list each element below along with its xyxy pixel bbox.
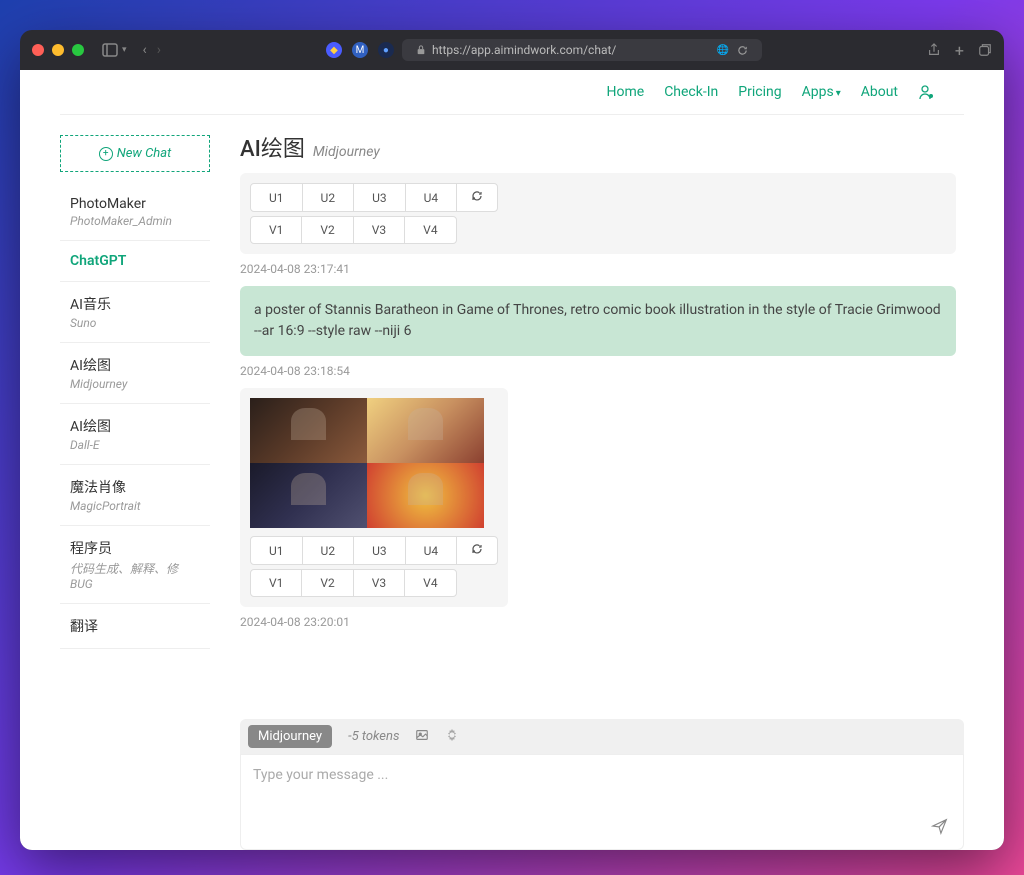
main-content: + New Chat PhotoMaker PhotoMaker_Admin C… (20, 115, 1004, 850)
nav-apps[interactable]: Apps (802, 84, 841, 100)
sidebar-item-aimusic[interactable]: AI音乐 Suno (60, 282, 210, 343)
upscale-3-button[interactable]: U3 (353, 183, 406, 212)
chat-area: AI绘图 Midjourney U1 U2 U3 U4 (240, 115, 964, 850)
generated-image-3[interactable] (250, 463, 367, 528)
page-header: Home Check-In Pricing Apps About (60, 70, 964, 115)
messages-list[interactable]: U1 U2 U3 U4 V1 V2 V3 V4 (240, 173, 964, 711)
upscale-3-button[interactable]: U3 (353, 536, 406, 565)
extension-icon-3[interactable]: ● (378, 42, 394, 58)
sidebar-item-label: PhotoMaker (70, 196, 200, 212)
upscale-2-button[interactable]: U2 (302, 183, 355, 212)
token-count: -5 tokens (348, 729, 399, 744)
sidebar-item-dalle[interactable]: AI绘图 Dall-E (60, 404, 210, 465)
chat-title: AI绘图 (240, 131, 305, 163)
variation-1-button[interactable]: V1 (250, 569, 302, 597)
sidebar-item-chatgpt[interactable]: ChatGPT (60, 241, 210, 282)
sidebar-item-label: 程序员 (70, 538, 200, 558)
traffic-lights (32, 44, 84, 56)
upscale-2-button[interactable]: U2 (302, 536, 355, 565)
variation-3-button[interactable]: V3 (353, 216, 405, 244)
back-button[interactable]: ‹ (143, 42, 147, 58)
model-badge[interactable]: Midjourney (248, 725, 332, 748)
url-area: ◆ M ● https://app.aimindwork.com/chat/ 🌐 (169, 39, 919, 61)
send-button[interactable] (931, 817, 949, 839)
browser-window: ▾ ‹ › ◆ M ● https://app.aimindwork.com/c… (20, 30, 1004, 850)
image-upload-icon[interactable] (415, 727, 429, 746)
nav-checkin[interactable]: Check-In (664, 84, 718, 100)
variation-4-button[interactable]: V4 (404, 216, 456, 244)
sidebar-item-translate[interactable]: 翻译 (60, 604, 210, 649)
page-content: Home Check-In Pricing Apps About + New C… (20, 70, 1004, 850)
translate-icon[interactable]: 🌐 (716, 45, 728, 56)
generated-image-2[interactable] (367, 398, 484, 463)
user-prompt: a poster of Stannis Baratheon in Game of… (240, 286, 956, 356)
settings-icon[interactable] (445, 727, 459, 746)
variation-4-button[interactable]: V4 (404, 569, 456, 597)
input-area: Midjourney -5 tokens (240, 719, 964, 850)
message-user: a poster of Stannis Baratheon in Game of… (240, 286, 956, 378)
reload-icon[interactable] (737, 45, 748, 56)
upscale-1-button[interactable]: U1 (250, 536, 303, 565)
tabs-icon[interactable] (978, 43, 992, 57)
reroll-button[interactable] (456, 536, 498, 565)
nav-arrows: ‹ › (143, 42, 161, 58)
upscale-4-button[interactable]: U4 (405, 536, 458, 565)
variation-2-button[interactable]: V2 (301, 569, 353, 597)
close-window[interactable] (32, 44, 44, 56)
chat-subtitle: Midjourney (313, 144, 380, 160)
nav-about[interactable]: About (861, 84, 898, 100)
reroll-button[interactable] (456, 183, 498, 212)
upscale-4-button[interactable]: U4 (405, 183, 458, 212)
new-tab-icon[interactable]: + (955, 41, 964, 60)
nav-home[interactable]: Home (607, 84, 645, 100)
sidebar-item-label: 翻译 (70, 616, 200, 636)
sidebar-item-label: AI绘图 (70, 355, 200, 375)
sidebar-item-photomaker[interactable]: PhotoMaker PhotoMaker_Admin (60, 184, 210, 241)
variation-1-button[interactable]: V1 (250, 216, 302, 244)
message-bubble: U1 U2 U3 U4 V1 V2 V3 V4 (240, 173, 956, 254)
message-input[interactable] (241, 755, 963, 845)
message-assistant: U1 U2 U3 U4 V1 V2 V3 V4 (240, 173, 956, 276)
sidebar-item-magicportrait[interactable]: 魔法肖像 MagicPortrait (60, 465, 210, 526)
share-icon[interactable] (927, 43, 941, 57)
url-bar[interactable]: https://app.aimindwork.com/chat/ 🌐 (402, 39, 762, 61)
titlebar: ▾ ‹ › ◆ M ● https://app.aimindwork.com/c… (20, 30, 1004, 70)
variation-3-button[interactable]: V3 (353, 569, 405, 597)
sidebar-item-programmer[interactable]: 程序员 代码生成、解释、修BUG (60, 526, 210, 604)
sidebar-item-label: ChatGPT (70, 253, 200, 269)
maximize-window[interactable] (72, 44, 84, 56)
user-icon[interactable] (918, 84, 934, 100)
extension-icon-2[interactable]: M (352, 42, 368, 58)
plus-icon: + (99, 147, 113, 161)
input-box (240, 754, 964, 850)
nav-pricing[interactable]: Pricing (738, 84, 781, 100)
sidebar-item-midjourney[interactable]: AI绘图 Midjourney (60, 343, 210, 404)
minimize-window[interactable] (52, 44, 64, 56)
variation-2-button[interactable]: V2 (301, 216, 353, 244)
lock-icon (416, 45, 426, 55)
message-assistant: U1 U2 U3 U4 V1 V2 V3 V4 (240, 388, 956, 629)
new-chat-button[interactable]: + New Chat (60, 135, 210, 172)
message-timestamp: 2024-04-08 23:18:54 (240, 364, 956, 378)
sidebar-item-label: AI音乐 (70, 294, 200, 314)
upscale-1-button[interactable]: U1 (250, 183, 303, 212)
chat-sidebar: + New Chat PhotoMaker PhotoMaker_Admin C… (60, 115, 210, 850)
chat-header: AI绘图 Midjourney (240, 115, 964, 173)
message-timestamp: 2024-04-08 23:17:41 (240, 262, 956, 276)
sidebar-item-label: 魔法肖像 (70, 477, 200, 497)
browser-sidebar-toggle[interactable]: ▾ (102, 42, 127, 58)
extension-icon-1[interactable]: ◆ (326, 42, 342, 58)
url-text: https://app.aimindwork.com/chat/ (432, 43, 616, 57)
generated-image-4[interactable] (367, 463, 484, 528)
forward-button[interactable]: › (157, 42, 161, 58)
input-toolbar: Midjourney -5 tokens (240, 719, 964, 754)
sidebar-item-label: AI绘图 (70, 416, 200, 436)
generated-images[interactable] (250, 398, 484, 528)
generated-image-1[interactable] (250, 398, 367, 463)
message-timestamp: 2024-04-08 23:20:01 (240, 615, 956, 629)
message-bubble: U1 U2 U3 U4 V1 V2 V3 V4 (240, 388, 508, 607)
